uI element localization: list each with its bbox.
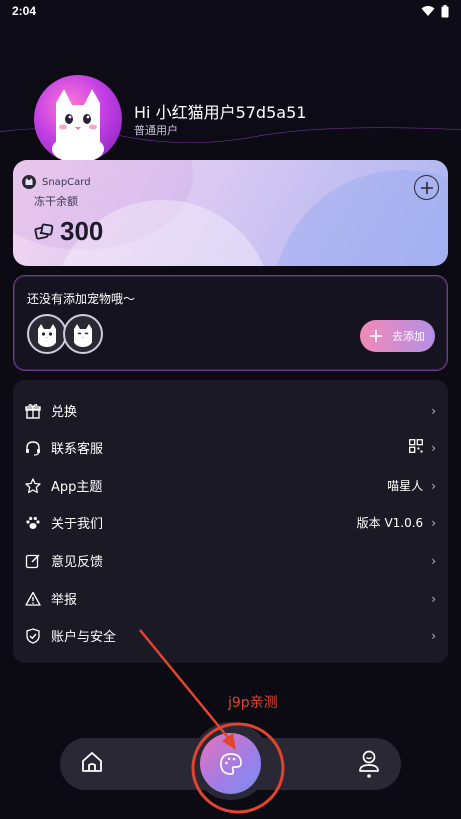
plus-icon: [366, 326, 386, 346]
menu-item-label: 举报: [51, 593, 78, 608]
user-tier: 普通用户: [134, 124, 178, 137]
profile-icon: [359, 750, 379, 778]
nav-profile-button[interactable]: [357, 750, 381, 778]
menu-item-label: 账户与安全: [51, 630, 117, 645]
chevron-right-icon: ›: [431, 628, 436, 643]
cat-face-icon: [74, 324, 92, 347]
status-time: 2:04: [12, 4, 37, 18]
menu-item-about-us[interactable]: 关于我们 版本 V1.0.6 ›: [13, 504, 448, 541]
menu-item-customer-service[interactable]: 联系客服 ›: [13, 429, 448, 466]
cat-face-icon: [38, 324, 56, 347]
avatar[interactable]: [34, 75, 122, 163]
battery-icon: [441, 4, 449, 17]
menu-item-label: 联系客服: [51, 442, 104, 457]
wifi-icon: [421, 6, 435, 16]
paw-icon: [23, 513, 43, 533]
warning-icon: [23, 589, 43, 609]
status-icons: [421, 4, 449, 18]
chevron-right-icon: ›: [431, 403, 436, 418]
menu-item-app-theme[interactable]: App主题 喵星人 ›: [13, 467, 448, 504]
menu-item-label: 关于我们: [51, 517, 104, 532]
snapcard-add-button[interactable]: [414, 175, 439, 200]
qr-code-icon[interactable]: [409, 439, 424, 456]
nav-home-button[interactable]: [80, 750, 104, 774]
menu-item-label: 意见反馈: [51, 555, 104, 570]
pet-placeholder-avatar: [27, 314, 67, 354]
chevron-right-icon: ›: [431, 591, 436, 606]
add-pet-label: 去添加: [392, 330, 425, 343]
chevron-right-icon: ›: [431, 553, 436, 568]
chevron-right-icon: ›: [431, 515, 436, 530]
gift-icon: [23, 401, 43, 421]
freeze-balance-label: 冻干余额: [34, 195, 78, 208]
status-bar: 2:04: [0, 0, 461, 22]
snapcard-logo-icon: [22, 175, 36, 189]
pet-placeholder-avatar: [63, 314, 103, 354]
star-badge-icon: [23, 476, 43, 496]
balance-value: 300: [60, 216, 104, 246]
cat-avatar-icon: [52, 89, 104, 163]
menu-item-feedback[interactable]: 意见反馈 ›: [13, 542, 448, 579]
palette-icon: [219, 752, 242, 775]
pet-prompt: 还没有添加宠物哦〜: [27, 292, 136, 306]
menu-item-redeem[interactable]: 兑换 ›: [13, 392, 448, 429]
annotation-label: j9p亲测: [228, 695, 278, 711]
chevron-right-icon: ›: [431, 478, 436, 493]
menu-item-account-security[interactable]: 账户与安全 ›: [13, 617, 448, 654]
freeze-dried-icon: [34, 223, 54, 240]
add-pet-button[interactable]: 去添加: [360, 320, 435, 352]
menu-item-label: App主题: [51, 480, 103, 495]
username: Hi 小红猫用户57d5a51: [134, 103, 307, 122]
chevron-right-icon: ›: [431, 440, 436, 455]
menu-item-label: 兑换: [51, 405, 78, 420]
snapcard-brand: SnapCard: [22, 175, 91, 189]
snapcard-brand-label: SnapCard: [42, 176, 91, 188]
shield-icon: [23, 626, 43, 646]
nav-theme-button[interactable]: [200, 733, 261, 794]
app-version: 版本 V1.0.6: [356, 516, 424, 530]
menu-item-value: 喵星人: [387, 479, 424, 493]
menu-item-report[interactable]: 举报 ›: [13, 580, 448, 617]
balance: 300: [34, 216, 103, 247]
plus-icon: [420, 181, 433, 194]
home-icon: [82, 752, 102, 772]
edit-icon: [23, 551, 43, 571]
headset-icon: [23, 438, 43, 458]
